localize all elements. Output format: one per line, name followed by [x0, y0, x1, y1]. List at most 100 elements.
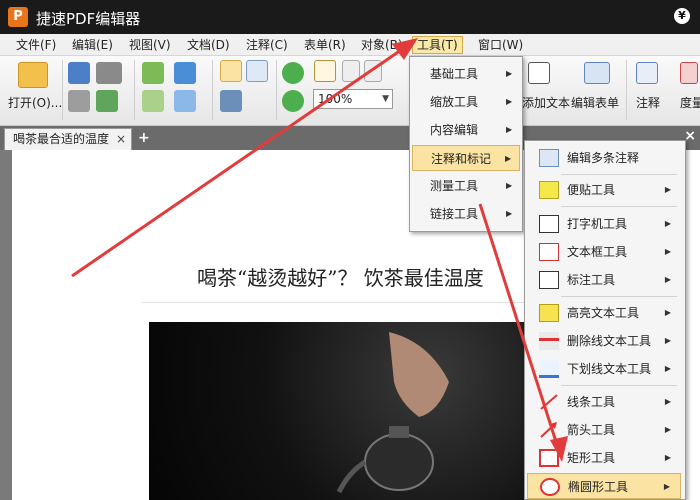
menu-file[interactable]: 文件(F)	[12, 36, 60, 54]
save-icon[interactable]	[68, 62, 90, 84]
zoom-select[interactable]: 100% ▼	[313, 89, 393, 109]
menu-annotate[interactable]: 注释(C)	[242, 36, 292, 54]
scanner-icon[interactable]	[68, 90, 90, 112]
arrow-glyph	[540, 422, 557, 438]
measure-button[interactable]: 度量	[680, 94, 700, 111]
fit-page-icon[interactable]	[342, 60, 360, 82]
snapshot-icon[interactable]	[220, 90, 242, 112]
measure-icon[interactable]	[680, 62, 698, 84]
submenu-item-strikethrough-text[interactable]: 删除线文本工具 ▶	[527, 328, 681, 354]
export-icon[interactable]	[142, 90, 164, 112]
close-panel-icon[interactable]: ×	[684, 128, 696, 144]
yen-icon[interactable]: ¥	[674, 8, 690, 24]
tools-menu-item-content-edit[interactable]: 内容编辑 ▶	[412, 117, 520, 143]
folder-open-icon[interactable]	[18, 62, 48, 88]
submenu-item-label: 箭头工具	[567, 423, 616, 437]
toolbar-separator	[134, 60, 135, 120]
submenu-item-ellipse[interactable]: 椭圆形工具 ▶	[527, 473, 681, 499]
window-title: 捷速PDF编辑器	[36, 10, 141, 28]
open-button[interactable]: 打开(O)...	[8, 94, 62, 111]
line-glyph	[540, 394, 558, 410]
menu-separator	[561, 174, 677, 175]
submenu-item-sticky-note[interactable]: 便贴工具 ▶	[527, 177, 681, 203]
rectangle-tool-icon	[539, 449, 559, 467]
annotate-button[interactable]: 注释	[636, 94, 660, 111]
edit-form-button[interactable]: 编辑表单	[571, 94, 619, 111]
annotate-icon[interactable]	[636, 62, 658, 84]
chevron-right-icon: ▶	[506, 97, 513, 106]
tools-menu: 基础工具 ▶ 缩放工具 ▶ 内容编辑 ▶ 注释和标记 ▶ 测量工具 ▶ 链接工具…	[409, 56, 523, 232]
typewriter-icon	[539, 215, 559, 233]
submenu-item-label: 下划线文本工具	[567, 362, 652, 376]
tab-label: 喝茶最合适的温度	[13, 132, 110, 146]
app-logo-icon: P	[8, 7, 28, 27]
strikethrough-text-icon	[539, 332, 559, 350]
tools-menu-item-annotate[interactable]: 注释和标记 ▶	[412, 145, 520, 171]
menu-view[interactable]: 视图(V)	[125, 36, 175, 54]
toolbar-separator	[62, 60, 63, 120]
submenu-item-callout[interactable]: 标注工具 ▶	[527, 267, 681, 293]
close-icon[interactable]: ×	[116, 129, 126, 149]
actual-size-icon[interactable]	[314, 60, 336, 82]
submenu-item-underline-text[interactable]: 下划线文本工具 ▶	[527, 356, 681, 382]
rotate-cw-icon[interactable]	[282, 62, 304, 84]
submenu-item-rectangle[interactable]: 矩形工具 ▶	[527, 445, 681, 471]
fit-width-icon[interactable]	[364, 60, 382, 82]
redo-icon[interactable]	[174, 90, 196, 112]
rotate-ccw-icon[interactable]	[282, 90, 304, 112]
chevron-right-icon: ▶	[664, 364, 671, 373]
submenu-item-edit-annotations[interactable]: 编辑多条注释	[527, 145, 681, 171]
menu-document[interactable]: 文档(D)	[183, 36, 234, 54]
line-tool-icon	[539, 393, 559, 411]
tools-menu-item-link[interactable]: 链接工具 ▶	[412, 201, 520, 227]
chevron-right-icon: ▶	[663, 482, 670, 491]
add-text-button[interactable]: 添加文本	[522, 94, 570, 111]
submenu-item-text-box[interactable]: 文本框工具 ▶	[527, 239, 681, 265]
chevron-right-icon: ▶	[664, 275, 671, 284]
toolbar-separator	[626, 60, 627, 120]
highlight-text-icon	[539, 304, 559, 322]
submenu-item-label: 线条工具	[567, 395, 616, 409]
toolbar-separator	[212, 60, 213, 120]
hand-tool-icon[interactable]	[220, 60, 242, 82]
chevron-right-icon: ▶	[664, 336, 671, 345]
edit-form-icon[interactable]	[584, 62, 610, 84]
add-text-icon[interactable]	[528, 62, 550, 84]
chevron-right-icon: ▶	[505, 154, 512, 163]
menu-window[interactable]: 窗口(W)	[474, 36, 527, 54]
menu-edit[interactable]: 编辑(E)	[68, 36, 117, 54]
edit-annotations-icon	[539, 149, 559, 167]
submenu-item-arrow[interactable]: 箭头工具 ▶	[527, 417, 681, 443]
submenu-item-highlight-text[interactable]: 高亮文本工具 ▶	[527, 300, 681, 326]
menu-tools[interactable]: 工具(T)	[412, 36, 463, 54]
print-icon[interactable]	[96, 62, 122, 84]
tools-menu-item-basic[interactable]: 基础工具 ▶	[412, 61, 520, 87]
heading-divider	[142, 302, 562, 303]
tools-menu-item-zoom[interactable]: 缩放工具 ▶	[412, 89, 520, 115]
email-icon[interactable]	[96, 90, 118, 112]
menu-form[interactable]: 表单(R)	[300, 36, 350, 54]
select-text-icon[interactable]	[246, 60, 268, 82]
submenu-item-typewriter[interactable]: 打字机工具 ▶	[527, 211, 681, 237]
sticky-note-icon	[539, 181, 559, 199]
submenu-item-line[interactable]: 线条工具 ▶	[527, 389, 681, 415]
menu-item-label: 链接工具	[430, 207, 479, 221]
undo-icon[interactable]	[174, 62, 196, 84]
submenu-item-label: 便贴工具	[567, 183, 616, 197]
chevron-right-icon: ▶	[664, 247, 671, 256]
add-tab-icon[interactable]: +	[138, 130, 150, 146]
menu-item-label: 内容编辑	[430, 123, 479, 137]
tools-menu-item-measure[interactable]: 测量工具 ▶	[412, 173, 520, 199]
menu-object[interactable]: 对象(B)	[357, 36, 407, 54]
chevron-right-icon: ▶	[664, 453, 671, 462]
tab-document[interactable]: 喝茶最合适的温度 ×	[4, 128, 132, 150]
chevron-right-icon: ▶	[664, 185, 671, 194]
import-icon[interactable]	[142, 62, 164, 84]
menu-item-label: 测量工具	[430, 179, 479, 193]
annotate-submenu: 编辑多条注释 便贴工具 ▶ 打字机工具 ▶ 文本框工具 ▶ 标注工具 ▶ 高亮文…	[524, 140, 686, 500]
menu-bar: 文件(F) 编辑(E) 视图(V) 文档(D) 注释(C) 表单(R) 对象(B…	[0, 34, 700, 56]
ellipse-tool-icon	[540, 478, 560, 496]
submenu-item-label: 矩形工具	[567, 451, 616, 465]
tea-pouring-photo	[149, 322, 549, 500]
toolbar-separator	[276, 60, 277, 120]
